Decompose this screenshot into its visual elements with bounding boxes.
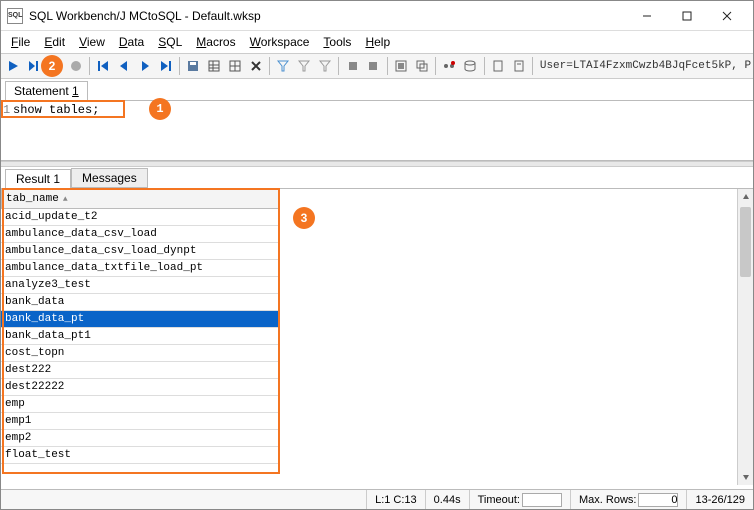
toolbar: User=LTAI4FzxmCwzb4BJqFcet5kP, P 2 <box>1 53 753 79</box>
menu-data[interactable]: Data <box>113 33 150 51</box>
doc-icon[interactable] <box>488 56 507 76</box>
result-area: tab_name ▲ acid_update_t2ambulance_data_… <box>1 189 753 485</box>
table-body: acid_update_t2ambulance_data_csv_loadamb… <box>1 209 279 464</box>
minimize-button[interactable] <box>627 2 667 30</box>
app-icon: SQL <box>7 8 23 24</box>
connection-label: User=LTAI4FzxmCwzb4BJqFcet5kP, P <box>540 60 751 72</box>
menu-edit[interactable]: Edit <box>38 33 71 51</box>
maxrows-input[interactable] <box>638 493 678 507</box>
table-row[interactable]: ambulance_data_csv_load_dynpt <box>1 243 279 260</box>
delete-icon[interactable] <box>246 56 265 76</box>
append-icon[interactable] <box>392 56 411 76</box>
status-cursor: L:1 C:13 <box>366 490 425 509</box>
menubar: File Edit View Data SQL Macros Workspace… <box>1 31 753 53</box>
separator <box>338 57 339 75</box>
menu-file[interactable]: File <box>5 33 36 51</box>
menu-tools[interactable]: Tools <box>317 33 357 51</box>
tab-result-1[interactable]: Result 1 <box>5 169 71 189</box>
copy-icon[interactable] <box>412 56 431 76</box>
status-time: 0.44s <box>425 490 469 509</box>
grid-edit-icon[interactable] <box>226 56 245 76</box>
sql-editor[interactable]: 1 show tables; 1 <box>1 101 753 161</box>
menu-workspace[interactable]: Workspace <box>244 33 316 51</box>
separator <box>532 57 533 75</box>
timeout-input[interactable] <box>522 493 562 507</box>
run-button[interactable] <box>4 56 23 76</box>
menu-view[interactable]: View <box>73 33 111 51</box>
result-column: tab_name ▲ acid_update_t2ambulance_data_… <box>1 189 279 485</box>
table-row[interactable]: acid_update_t2 <box>1 209 279 226</box>
scroll-up-icon[interactable] <box>738 189 753 205</box>
separator <box>179 57 180 75</box>
filter-icon[interactable] <box>274 56 293 76</box>
editor-line-number: 1 <box>3 103 11 117</box>
callout-1: 1 <box>149 98 171 120</box>
grid-icon[interactable] <box>205 56 224 76</box>
table-row[interactable]: dest22222 <box>1 379 279 396</box>
table-row[interactable]: cost_topn <box>1 345 279 362</box>
statement-tabs: Statement 1 <box>1 79 753 101</box>
result-tabs: Result 1 Messages <box>1 167 753 189</box>
tab-messages[interactable]: Messages <box>71 168 148 188</box>
status-maxrows: Max. Rows: <box>570 490 686 509</box>
table-row[interactable]: bank_data_pt <box>1 311 279 328</box>
separator <box>269 57 270 75</box>
scroll-down-icon[interactable] <box>738 469 753 485</box>
result-blank-area: 3 <box>279 189 753 485</box>
separator <box>484 57 485 75</box>
table-row[interactable]: ambulance_data_csv_load <box>1 226 279 243</box>
table-row[interactable]: bank_data_pt1 <box>1 328 279 345</box>
table-row[interactable]: dest222 <box>1 362 279 379</box>
nav-last-button[interactable] <box>156 56 175 76</box>
menu-sql[interactable]: SQL <box>152 33 188 51</box>
status-timeout: Timeout: <box>469 490 570 509</box>
status-range: 13-26/129 <box>686 490 753 509</box>
editor-code: show tables; <box>13 103 99 117</box>
table-row[interactable]: analyze3_test <box>1 277 279 294</box>
doc2-icon[interactable] <box>509 56 528 76</box>
nav-first-button[interactable] <box>94 56 113 76</box>
timeout-label: Timeout: <box>478 494 520 506</box>
filter-clear-icon[interactable] <box>295 56 314 76</box>
db-icon[interactable] <box>461 56 480 76</box>
close-button[interactable] <box>707 2 747 30</box>
save-icon[interactable] <box>184 56 203 76</box>
filter-add-icon[interactable] <box>316 56 335 76</box>
separator <box>435 57 436 75</box>
vertical-scrollbar[interactable] <box>737 189 753 485</box>
column-header-tab-name[interactable]: tab_name ▲ <box>1 189 279 209</box>
sort-asc-icon: ▲ <box>63 195 68 204</box>
statement-tab-1[interactable]: Statement 1 <box>5 81 88 101</box>
nav-prev-button[interactable] <box>115 56 134 76</box>
scroll-thumb[interactable] <box>740 207 751 277</box>
table-row[interactable]: emp <box>1 396 279 413</box>
table-row[interactable]: float_test <box>1 447 279 464</box>
table-row[interactable]: bank_data <box>1 294 279 311</box>
table-row[interactable]: emp1 <box>1 413 279 430</box>
table-row[interactable]: ambulance_data_txtfile_load_pt <box>1 260 279 277</box>
maximize-button[interactable] <box>667 2 707 30</box>
titlebar: SQL SQL Workbench/J MCtoSQL - Default.wk… <box>1 1 753 31</box>
separator <box>387 57 388 75</box>
run-current-button[interactable] <box>25 56 44 76</box>
separator <box>89 57 90 75</box>
table-row[interactable]: emp2 <box>1 430 279 447</box>
maxrows-label: Max. Rows: <box>579 494 636 506</box>
window-title: SQL Workbench/J MCtoSQL - Default.wksp <box>29 9 627 23</box>
connect-icon[interactable] <box>440 56 459 76</box>
rollback-icon[interactable] <box>364 56 383 76</box>
menu-macros[interactable]: Macros <box>190 33 241 51</box>
callout-3: 3 <box>293 207 315 229</box>
stop-button[interactable] <box>46 56 65 76</box>
nav-next-button[interactable] <box>136 56 155 76</box>
stop-button-2[interactable] <box>66 56 85 76</box>
column-header-label: tab_name <box>6 193 59 205</box>
menu-help[interactable]: Help <box>359 33 396 51</box>
statusbar: L:1 C:13 0.44s Timeout: Max. Rows: 13-26… <box>1 489 753 509</box>
commit-icon[interactable] <box>343 56 362 76</box>
